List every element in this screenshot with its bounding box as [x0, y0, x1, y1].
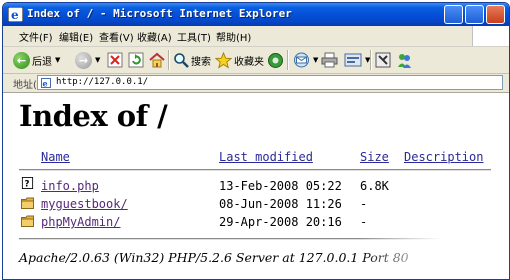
address-url: http://127.0.0.1/ — [56, 77, 149, 87]
forward-arrow-icon: → — [75, 51, 92, 69]
column-header-description[interactable]: Description — [404, 150, 483, 164]
file-modified: 13-Feb-2008 05:22 — [219, 179, 342, 193]
svg-text:?: ? — [25, 179, 30, 189]
page-heading: Index of / — [19, 99, 168, 133]
stop-icon — [107, 52, 123, 68]
window-controls — [444, 5, 505, 24]
research-icon — [375, 52, 391, 68]
media-icon — [268, 52, 283, 68]
refresh-button[interactable] — [128, 50, 144, 70]
folder-icon — [21, 197, 34, 209]
search-label: 搜索 — [191, 56, 211, 68]
edit-button[interactable]: ▼ — [344, 50, 370, 70]
toolbar: ← 后退 ▼ → ▼ 搜索 收藏夹 ▼ ▼ — [3, 47, 509, 74]
window-title: Index of / - Microsoft Internet Explorer — [27, 7, 292, 20]
page-content: Index of / Name Last modified Size Descr… — [3, 93, 509, 279]
media-button[interactable] — [267, 50, 284, 70]
forward-button[interactable]: → ▼ — [75, 50, 100, 70]
folder-icon — [21, 215, 34, 227]
messenger-button[interactable] — [396, 50, 413, 70]
address-bar: 地址(D) e http://127.0.0.1/ — [3, 74, 509, 93]
back-label: 后退 — [32, 56, 52, 68]
maximize-button[interactable] — [465, 5, 484, 24]
windows-flag-icon — [472, 26, 509, 46]
messenger-icon — [398, 53, 411, 68]
printer-icon — [321, 52, 338, 68]
folder-modified: 29-Apr-2008 20:16 — [219, 215, 342, 229]
column-header-name[interactable]: Name — [41, 150, 70, 164]
folder-modified: 08-Jun-2008 11:26 — [219, 197, 342, 211]
back-arrow-icon: ← — [13, 51, 30, 69]
mail-icon — [294, 52, 309, 68]
search-icon — [174, 53, 189, 68]
page-icon: e — [41, 78, 51, 88]
home-button[interactable] — [149, 50, 165, 70]
menu-bar: 文件(F) 编辑(E) 查看(V) 收藏(A) 工具(T) 帮助(H) — [3, 26, 509, 47]
toolbar-separator — [287, 50, 289, 70]
browser-window: e Index of / - Microsoft Internet Explor… — [2, 2, 510, 280]
header-divider — [19, 169, 491, 171]
folder-link-myguestbook[interactable]: myguestbook/ — [41, 197, 128, 211]
menu-tools[interactable]: 工具(T) — [177, 29, 211, 44]
refresh-icon — [128, 52, 144, 68]
folder-link-phpmyadmin[interactable]: phpMyAdmin/ — [41, 215, 120, 229]
mail-dropdown-icon[interactable]: ▼ — [313, 56, 318, 64]
research-button[interactable] — [375, 50, 391, 70]
back-dropdown-icon[interactable]: ▼ — [55, 56, 60, 64]
title-bar[interactable]: e Index of / - Microsoft Internet Explor… — [3, 3, 509, 26]
ie-logo-icon: e — [8, 7, 23, 22]
favorites-label: 收藏夹 — [234, 56, 264, 68]
search-button[interactable]: 搜索 — [173, 50, 211, 70]
toolbar-separator — [370, 50, 372, 70]
folder-size: - — [360, 197, 368, 211]
menu-view[interactable]: 查看(V) — [99, 29, 134, 44]
back-button[interactable]: ← 后退 ▼ — [13, 50, 60, 70]
column-header-last-modified[interactable]: Last modified — [219, 150, 313, 164]
print-button[interactable] — [321, 50, 338, 70]
unknown-file-icon: ? — [21, 177, 34, 189]
address-input[interactable]: e http://127.0.0.1/ — [37, 75, 503, 90]
file-size: 6.8K — [360, 179, 389, 193]
svg-text:e: e — [11, 8, 19, 22]
edit-page-icon — [344, 53, 362, 67]
stop-button[interactable] — [107, 50, 123, 70]
svg-text:e: e — [43, 79, 48, 89]
menu-edit[interactable]: 编辑(E) — [59, 29, 93, 44]
favorites-button[interactable]: 收藏夹 — [215, 50, 264, 70]
menu-file[interactable]: 文件(F) — [19, 29, 53, 44]
server-signature: Apache/2.0.63 (Win32) PHP/5.2.6 Server a… — [19, 250, 409, 265]
menu-help[interactable]: 帮助(H) — [216, 29, 251, 44]
image-fade-overlay — [359, 218, 509, 278]
file-link-info-php[interactable]: info.php — [41, 179, 99, 193]
mail-button[interactable]: ▼ — [293, 50, 318, 70]
menu-favorites[interactable]: 收藏(A) — [137, 29, 172, 44]
star-icon — [215, 51, 232, 69]
home-icon — [149, 52, 165, 68]
close-button[interactable] — [486, 5, 505, 24]
minimize-button[interactable] — [444, 5, 463, 24]
toolbar-separator — [168, 50, 170, 70]
forward-dropdown-icon[interactable]: ▼ — [95, 56, 100, 64]
column-header-size[interactable]: Size — [360, 150, 389, 164]
